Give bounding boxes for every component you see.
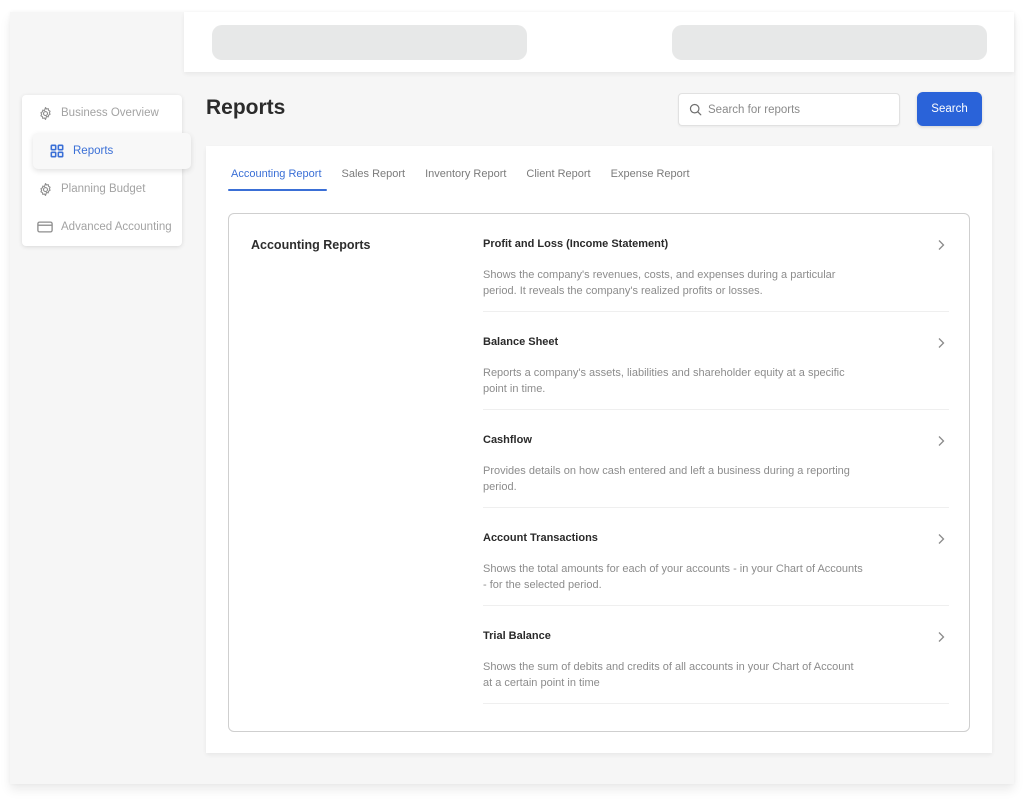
report-item-trial-balance[interactable]: Trial Balance Shows the sum of debits an…: [483, 606, 949, 704]
page-title: Reports: [206, 96, 286, 119]
tab-sales-report[interactable]: Sales Report: [341, 166, 407, 192]
report-description: Shows the company's revenues, costs, and…: [483, 269, 836, 297]
search-field[interactable]: [678, 93, 900, 126]
grid-icon: [49, 143, 65, 159]
report-description: Shows the sum of debits and credits of a…: [483, 661, 854, 689]
gear-icon: [37, 105, 53, 121]
chevron-right-icon[interactable]: [935, 532, 947, 546]
tab-accounting-report[interactable]: Accounting Report: [228, 166, 326, 192]
panel-heading: Accounting Reports: [251, 238, 371, 252]
chevron-right-icon[interactable]: [935, 630, 947, 644]
search-icon: [689, 103, 702, 116]
report-description: Shows the total amounts for each of your…: [483, 563, 863, 591]
tab-inventory-report[interactable]: Inventory Report: [424, 166, 507, 192]
accounting-reports-panel: Accounting Reports Profit and Loss (Inco…: [228, 213, 970, 732]
top-bar-placeholder-left: [212, 25, 527, 60]
top-bar-placeholder-right: [672, 25, 987, 60]
tab-expense-report[interactable]: Expense Report: [610, 166, 691, 192]
sidebar-item-label: Reports: [73, 145, 114, 157]
search-input[interactable]: [708, 103, 888, 116]
chevron-right-icon[interactable]: [935, 336, 947, 350]
sidebar-item-label: Business Overview: [61, 107, 159, 119]
report-list: Profit and Loss (Income Statement) Shows…: [483, 214, 949, 704]
report-item-cashflow[interactable]: Cashflow Provides details on how cash en…: [483, 410, 949, 508]
chevron-right-icon[interactable]: [935, 434, 947, 448]
report-item-account-transactions[interactable]: Account Transactions Shows the total amo…: [483, 508, 949, 606]
sidebar-item-label: Advanced Accounting: [61, 221, 172, 233]
chevron-right-icon[interactable]: [935, 238, 947, 252]
search-button[interactable]: Search: [917, 92, 982, 126]
tab-client-report[interactable]: Client Report: [525, 166, 591, 192]
report-description: Reports a company's assets, liabilities …: [483, 367, 845, 395]
top-bar: [184, 12, 1014, 72]
sidebar-item-label: Planning Budget: [61, 183, 146, 195]
report-title: Balance Sheet: [483, 336, 559, 348]
sidebar-item-planning-budget[interactable]: Planning Budget: [22, 174, 145, 204]
report-item-profit-and-loss[interactable]: Profit and Loss (Income Statement) Shows…: [483, 214, 949, 312]
report-item-balance-sheet[interactable]: Balance Sheet Reports a company's assets…: [483, 312, 949, 410]
report-title: Cashflow: [483, 434, 532, 446]
report-title: Trial Balance: [483, 630, 551, 642]
report-title: Profit and Loss (Income Statement): [483, 238, 669, 250]
sidebar-item-advanced-accounting[interactable]: Advanced Accounting: [22, 212, 172, 242]
gear-icon: [37, 181, 53, 197]
report-description: Provides details on how cash entered and…: [483, 465, 850, 493]
report-title: Account Transactions: [483, 532, 598, 544]
card-icon: [37, 219, 53, 235]
reports-content-card: Accounting Report Sales Report Inventory…: [206, 146, 992, 753]
sidebar-item-reports[interactable]: Reports: [33, 133, 191, 169]
report-tabs: Accounting Report Sales Report Inventory…: [228, 166, 709, 192]
sidebar-item-business-overview[interactable]: Business Overview: [22, 98, 159, 128]
sidebar: Business Overview Reports Planning Budge…: [22, 95, 191, 246]
